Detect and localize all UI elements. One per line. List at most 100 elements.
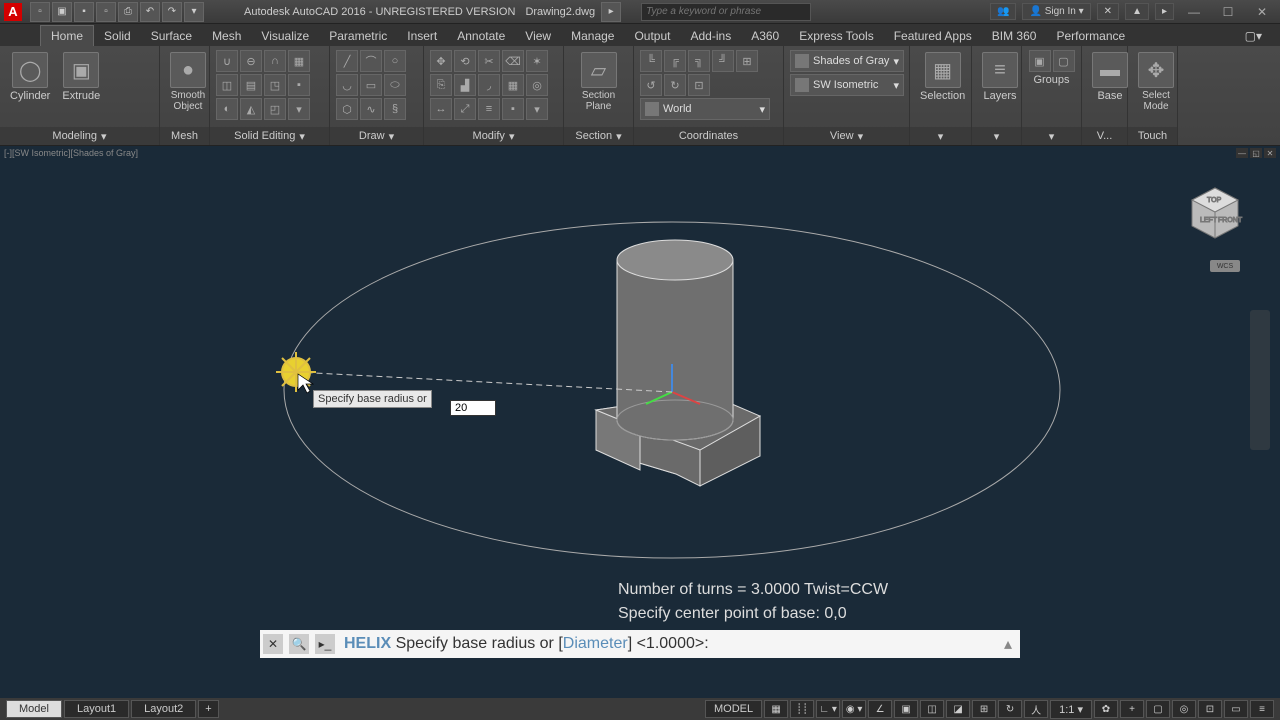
rotate-icon[interactable]: ⟲ <box>454 50 476 72</box>
status-custom-icon[interactable]: ≡ <box>1250 700 1274 718</box>
trim-icon[interactable]: ✂ <box>478 50 500 72</box>
polygon-icon[interactable]: ⬡ <box>336 98 358 120</box>
tab-express[interactable]: Express Tools <box>789 26 883 46</box>
close-button[interactable]: ✕ <box>1248 2 1276 22</box>
world-dropdown[interactable]: World▾ <box>640 98 770 120</box>
selection-button[interactable]: ▦Selection <box>916 50 969 104</box>
save-icon[interactable]: ▪ <box>74 2 94 22</box>
se-icon-8[interactable]: ▪ <box>288 74 310 96</box>
view-cube[interactable]: LEFT FRONT TOP <box>1180 180 1250 250</box>
tab-bim360[interactable]: BIM 360 <box>982 26 1047 46</box>
ucs-icon-5[interactable]: ⊞ <box>736 50 758 72</box>
exchange-icon[interactable]: ✕ <box>1097 3 1119 20</box>
section-plane-button[interactable]: ▱Section Plane <box>570 50 627 114</box>
status-osnap-icon[interactable]: ▣ <box>894 700 918 718</box>
status-hw-icon[interactable]: ⊡ <box>1198 700 1222 718</box>
status-isolate-icon[interactable]: ◎ <box>1172 700 1196 718</box>
circle-icon[interactable]: ○ <box>384 50 406 72</box>
tab-layout1[interactable]: Layout1 <box>64 700 129 718</box>
a360-icon[interactable]: ▲ <box>1125 3 1149 20</box>
copy-icon[interactable]: ⎘ <box>430 74 452 96</box>
tab-surface[interactable]: Surface <box>141 26 202 46</box>
tab-home[interactable]: Home <box>40 25 94 46</box>
qat-dropdown-icon[interactable]: ▾ <box>184 2 204 22</box>
cylinder-button[interactable]: ◯Cylinder <box>6 50 54 104</box>
saveas-icon[interactable]: ▫ <box>96 2 116 22</box>
tab-manage[interactable]: Manage <box>561 26 624 46</box>
open-icon[interactable]: ▣ <box>52 2 72 22</box>
tab-output[interactable]: Output <box>624 26 680 46</box>
panel-section-label[interactable]: Section ▾ <box>564 127 633 145</box>
redo-icon[interactable]: ↷ <box>162 2 182 22</box>
status-lwt-icon[interactable]: ◪ <box>946 700 970 718</box>
se-icon-12[interactable]: ▾ <box>288 98 310 120</box>
tab-view[interactable]: View <box>515 26 561 46</box>
command-option[interactable]: Diameter <box>563 635 628 653</box>
polyline-icon[interactable]: ⌒ <box>360 50 382 72</box>
arc-icon[interactable]: ◡ <box>336 74 358 96</box>
ribbon-minimize-icon[interactable]: ▢▾ <box>1235 26 1272 46</box>
mod-icon-2[interactable]: ▾ <box>526 98 548 120</box>
tab-a360[interactable]: A360 <box>741 26 789 46</box>
new-icon[interactable]: ▫ <box>30 2 50 22</box>
panel-modeling-label[interactable]: Modeling ▾ <box>0 127 159 145</box>
tab-model[interactable]: Model <box>6 700 62 718</box>
status-monitor-icon[interactable]: ▢ <box>1146 700 1170 718</box>
helix-icon[interactable]: § <box>384 98 406 120</box>
status-iso-icon[interactable]: ◉ ▾ <box>842 700 866 718</box>
command-line[interactable]: ✕ 🔍 ▸_ HELIX Specify base radius or [ Di… <box>260 630 1020 658</box>
extrude-button[interactable]: ▣Extrude <box>58 50 104 104</box>
spline-icon[interactable]: ∿ <box>360 98 382 120</box>
imprint-icon[interactable]: ◳ <box>264 74 286 96</box>
wcs-badge[interactable]: WCS <box>1210 260 1240 272</box>
status-transparency-icon[interactable]: ⊞ <box>972 700 996 718</box>
cmdline-options-icon[interactable]: 🔍 <box>289 634 309 654</box>
tab-parametric[interactable]: Parametric <box>319 26 397 46</box>
cmdline-chevron-icon[interactable]: ▸_ <box>315 634 335 654</box>
panel-layers-footer[interactable]: ▾ <box>972 127 1021 145</box>
ucs-icon-4[interactable]: ╝ <box>712 50 734 72</box>
select-mode-button[interactable]: ✥Select Mode <box>1134 50 1178 114</box>
visual-style-dropdown[interactable]: Shades of Gray▾ <box>790 50 904 72</box>
title-dropdown-icon[interactable]: ▸ <box>601 2 621 22</box>
stretch-icon[interactable]: ↔ <box>430 98 452 120</box>
cmdline-close-icon[interactable]: ✕ <box>263 634 283 654</box>
rect-icon[interactable]: ▭ <box>360 74 382 96</box>
add-layout-button[interactable]: + <box>198 700 218 718</box>
scale-icon[interactable]: ⤢ <box>454 98 476 120</box>
ucs-icon-2[interactable]: ╔ <box>664 50 686 72</box>
align-icon[interactable]: ≡ <box>478 98 500 120</box>
status-plus-icon[interactable]: + <box>1120 700 1144 718</box>
panel-selection-footer[interactable]: ▾ <box>910 127 971 145</box>
help-search-input[interactable] <box>641 3 811 21</box>
print-icon[interactable]: ⎙ <box>118 2 138 22</box>
erase-icon[interactable]: ⌫ <box>502 50 524 72</box>
ucs-icon-6[interactable]: ↺ <box>640 74 662 96</box>
mirror-icon[interactable]: ▟ <box>454 74 476 96</box>
smooth-object-button[interactable]: ●Smooth Object <box>166 50 210 114</box>
vp-close-icon[interactable]: ✕ <box>1264 148 1276 158</box>
status-cycling-icon[interactable]: ↻ <box>998 700 1022 718</box>
array-icon[interactable]: ▦ <box>502 74 524 96</box>
ucs-icon-1[interactable]: ╚ <box>640 50 662 72</box>
tab-mesh[interactable]: Mesh <box>202 26 251 46</box>
panel-solid-editing-label[interactable]: Solid Editing ▾ <box>210 127 329 145</box>
move-icon[interactable]: ✥ <box>430 50 452 72</box>
panel-touch-label[interactable]: Touch <box>1128 127 1177 145</box>
panel-base-label[interactable]: V... <box>1082 127 1127 145</box>
status-ucs-icon[interactable]: 人 <box>1024 700 1048 718</box>
view-dropdown[interactable]: SW Isometric▾ <box>790 74 904 96</box>
vp-minimize-icon[interactable]: — <box>1236 148 1248 158</box>
intersect-icon[interactable]: ∩ <box>264 50 286 72</box>
tab-visualize[interactable]: Visualize <box>251 26 319 46</box>
status-snap-icon[interactable]: ∠ <box>868 700 892 718</box>
group-icon[interactable]: ▣ <box>1029 50 1051 72</box>
undo-icon[interactable]: ↶ <box>140 2 160 22</box>
shell-icon[interactable]: ◰ <box>264 98 286 120</box>
ucs-icon-8[interactable]: ⊡ <box>688 74 710 96</box>
drawing-viewport[interactable]: Specify base radius or LEFT FRONT TOP WC… <box>0 160 1280 658</box>
subtract-icon[interactable]: ⊖ <box>240 50 262 72</box>
panel-draw-label[interactable]: Draw ▾ <box>330 127 423 145</box>
help-icon[interactable]: ▸ <box>1155 3 1174 20</box>
tab-performance[interactable]: Performance <box>1046 26 1135 46</box>
